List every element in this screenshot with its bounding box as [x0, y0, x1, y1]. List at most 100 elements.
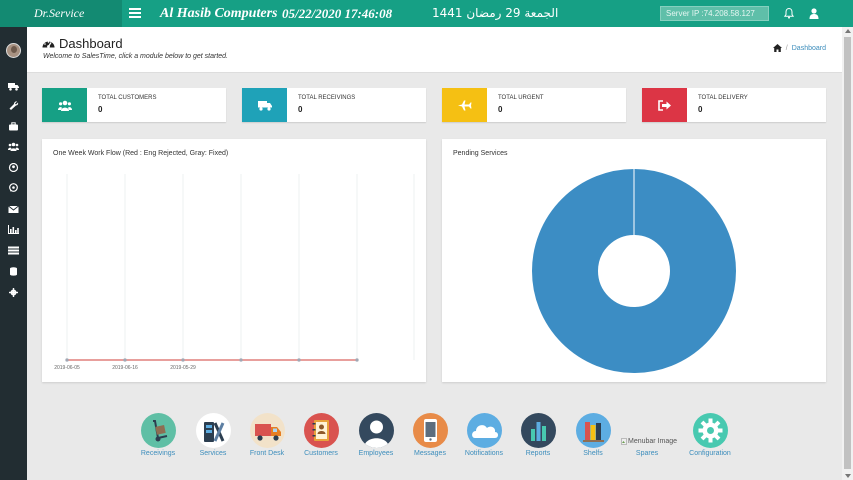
module-services[interactable]: Services [185, 413, 241, 457]
page-title: Dashboard [42, 36, 123, 51]
info-value: 0 [698, 105, 703, 114]
users-icon[interactable] [8, 142, 19, 151]
report-chart-icon [520, 413, 556, 448]
database-icon[interactable] [8, 267, 19, 276]
module-label: Spares [635, 450, 659, 457]
x-tick-label: 2019-06-16 [112, 365, 138, 371]
user-circle-icon[interactable] [8, 163, 19, 172]
bar-chart-icon[interactable] [8, 225, 19, 234]
module-shelfs[interactable]: Shelfs [565, 413, 621, 457]
info-icon-bg [642, 88, 687, 122]
briefcase-icon[interactable] [8, 122, 19, 131]
data-point [65, 358, 69, 362]
gear-icon[interactable] [8, 288, 19, 297]
scroll-down-arrow-icon[interactable] [845, 474, 851, 478]
module-notifications[interactable]: Notifications [456, 413, 512, 457]
list-icon[interactable] [8, 246, 19, 255]
info-label: TOTAL URGENT [498, 95, 544, 101]
company-name: Al Hasib Computers [160, 6, 278, 21]
gear-icon [692, 413, 728, 448]
data-point [355, 358, 359, 362]
employee-icon [358, 413, 394, 448]
top-bar: Dr.Service Al Hasib Computers 05/22/2020… [0, 0, 853, 27]
module-configuration[interactable]: Configuration [682, 413, 738, 457]
page-subtitle: Welcome to SalesTime, click a module bel… [43, 53, 229, 60]
avatar[interactable] [6, 43, 21, 58]
whatsapp-icon[interactable] [8, 183, 19, 192]
data-point [123, 358, 127, 362]
info-label: TOTAL DELIVERY [698, 95, 748, 101]
data-point [239, 358, 243, 362]
address-book-icon [303, 413, 339, 448]
plane-icon [457, 100, 471, 110]
module-label: Receivings [140, 450, 176, 457]
data-point [181, 358, 185, 362]
pending-services-panel: Pending Services [442, 139, 826, 382]
module-employees[interactable]: Employees [348, 413, 404, 457]
info-box-urgent[interactable]: TOTAL URGENT 0 [442, 88, 626, 122]
broken-image-glyph-icon [621, 438, 627, 445]
broken-image-icon: Menubar Image [619, 413, 678, 448]
page-scrollbar[interactable] [842, 27, 853, 480]
sign-out-icon [657, 99, 671, 111]
scroll-thumb[interactable] [844, 37, 851, 469]
module-label: Services [199, 450, 227, 457]
info-box-customers[interactable]: TOTAL CUSTOMERS 0 [42, 88, 226, 122]
module-front-desk[interactable]: Front Desk [239, 413, 295, 457]
sidebar [0, 27, 27, 480]
data-point [297, 358, 301, 362]
user-icon[interactable] [809, 8, 819, 19]
info-label: TOTAL CUSTOMERS [98, 95, 157, 101]
truck-icon[interactable] [8, 82, 19, 91]
content-header: Dashboard Welcome to SalesTime, click a … [27, 27, 842, 73]
users-icon [57, 100, 72, 111]
image-alt-text: Menubar Image [628, 438, 678, 445]
info-label: TOTAL RECEIVINGS [298, 95, 356, 101]
envelope-icon[interactable] [8, 205, 19, 214]
workflow-chart-panel: One Week Work Flow (Red : Eng Rejected, … [42, 139, 426, 382]
page-title-text: Dashboard [59, 36, 123, 51]
module-label: Front Desk [249, 450, 285, 457]
delivery-truck-icon [249, 413, 285, 448]
cloud-icon [466, 413, 502, 448]
server-ip-field: Server IP :74.208.58.127 [660, 6, 769, 21]
module-spares[interactable]: Menubar Image Spares [619, 413, 678, 457]
hamburger-menu-icon[interactable] [129, 6, 141, 20]
phone-icon [412, 413, 448, 448]
info-value: 0 [298, 105, 303, 114]
module-receivings[interactable]: Receivings [130, 413, 186, 457]
module-reports[interactable]: Reports [510, 413, 566, 457]
info-value: 0 [98, 105, 103, 114]
module-label: Configuration [689, 450, 731, 457]
brand-logo[interactable]: Dr.Service [0, 0, 122, 27]
info-value: 0 [498, 105, 503, 114]
x-tick-label: 2019-06-05 [54, 365, 80, 371]
module-customers[interactable]: Customers [293, 413, 349, 457]
wrench-icon[interactable] [8, 101, 19, 110]
module-label: Messages [414, 450, 446, 457]
pending-services-doughnut-chart [532, 169, 736, 373]
x-tick-label: 2019-05-29 [170, 365, 196, 371]
module-label: Customers [304, 450, 338, 457]
info-box-delivery[interactable]: TOTAL DELIVERY 0 [642, 88, 826, 122]
workflow-line-chart: 2019-06-05 2019-06-16 2019-05-29 [54, 174, 415, 371]
module-label: Reports [525, 450, 551, 457]
hijri-date: الجمعة 29 رمضان 1441 [432, 6, 559, 20]
breadcrumb: / Dashboard [772, 44, 826, 52]
breadcrumb-separator: / [785, 44, 788, 52]
info-icon-bg [42, 88, 87, 122]
bell-icon[interactable] [784, 8, 794, 19]
scroll-up-arrow-icon[interactable] [845, 29, 851, 33]
info-icon-bg [442, 88, 487, 122]
module-label: Shelfs [583, 450, 603, 457]
info-box-receivings[interactable]: TOTAL RECEIVINGS 0 [242, 88, 426, 122]
breadcrumb-current[interactable]: Dashboard [792, 45, 826, 52]
module-label: Employees [358, 450, 394, 457]
home-icon[interactable] [772, 44, 782, 52]
module-messages[interactable]: Messages [402, 413, 458, 457]
hand-truck-icon [140, 413, 176, 448]
books-icon [575, 413, 611, 448]
tools-icon [195, 413, 231, 448]
dashboard-gauge-icon [42, 41, 55, 48]
truck-icon [257, 100, 272, 111]
